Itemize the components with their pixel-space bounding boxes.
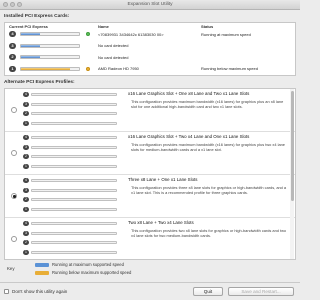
profile-lane-bar bbox=[31, 121, 117, 125]
lane-bar bbox=[20, 32, 80, 36]
card-name: AMD Radeon HD 7950 bbox=[98, 66, 139, 71]
header-name: Name bbox=[98, 24, 109, 29]
profile-title: x16 Lane Graphics Slot + Two x4 Lane and… bbox=[128, 134, 250, 139]
profile-option[interactable]: 4 3 2 1 x16 Lane Graphics Slot + One x8 Lane… bbox=[5, 89, 295, 132]
profile-radio[interactable] bbox=[11, 193, 17, 199]
header-current: Current PCI Express bbox=[9, 24, 48, 29]
profile-option[interactable]: 4 3 2 1 x16 Lane Graphics Slot + Two x4 Lane… bbox=[5, 132, 295, 175]
slot-number-badge: 3 bbox=[9, 42, 16, 49]
profile-title: Three x8 Lane + One x1 Lane Slots bbox=[128, 177, 198, 182]
installed-row: 3 No card detected bbox=[5, 42, 295, 52]
profiles-label: Alternate PCI Express Profiles: bbox=[4, 80, 75, 85]
profile-radio[interactable] bbox=[11, 107, 17, 113]
profile-slot-badge: 1 bbox=[23, 163, 29, 169]
key-text-max: Running at maximum supported speed bbox=[52, 262, 124, 267]
profile-lane-bar bbox=[31, 250, 117, 254]
installed-row: 2 No card detected bbox=[5, 53, 295, 63]
key-swatch-orange bbox=[35, 270, 49, 275]
profile-slot-badge: 1 bbox=[23, 206, 29, 212]
key-row-max: Running at maximum supported speed bbox=[35, 262, 124, 267]
profile-slot-badge: 1 bbox=[23, 249, 29, 255]
key-text-below: Running below maximum supported speed bbox=[52, 270, 132, 275]
installed-cards-label: Installed PCI Express Cards: bbox=[4, 14, 70, 19]
profile-lane-bar bbox=[31, 112, 117, 115]
lane-bar-fill bbox=[21, 33, 41, 35]
lane-bar bbox=[20, 66, 80, 71]
profile-slot-badge: 4 bbox=[23, 135, 29, 140]
profile-slot-badge: 3 bbox=[23, 144, 29, 150]
profile-lane-bar bbox=[31, 145, 117, 149]
lane-bar-fill bbox=[21, 56, 41, 58]
profile-slot-badge: 3 bbox=[23, 230, 29, 236]
profile-slot-badge: 2 bbox=[23, 154, 29, 159]
profile-lane-bar bbox=[31, 164, 117, 168]
profile-lane-bar bbox=[31, 188, 117, 192]
profile-lane-bar bbox=[31, 93, 117, 96]
slot-number-badge: 1 bbox=[9, 65, 16, 72]
quit-button[interactable]: Quit bbox=[193, 287, 223, 296]
profile-radio[interactable] bbox=[11, 236, 17, 242]
dont-show-label[interactable]: Don't show this utility again bbox=[12, 289, 67, 294]
footer: Don't show this utility again Quit Save … bbox=[0, 282, 300, 300]
lane-bar-fill bbox=[21, 44, 41, 47]
profile-lane-bar bbox=[31, 155, 117, 158]
lane-bar-fill bbox=[21, 67, 71, 70]
card-status: Running at maximum speed bbox=[201, 31, 251, 37]
key-row-below: Running below maximum supported speed bbox=[35, 270, 131, 275]
status-indicator-icon bbox=[86, 32, 90, 36]
profile-description: This configuration provides maximum band… bbox=[131, 142, 285, 152]
profile-lane-bar bbox=[31, 102, 117, 106]
profile-lane-bar bbox=[31, 207, 117, 211]
title-bar: Expansion Slot Utility bbox=[0, 0, 300, 10]
profile-slot-badge: 4 bbox=[23, 221, 29, 226]
profile-slot-badge: 2 bbox=[23, 240, 29, 245]
profile-option[interactable]: 4 3 2 1 Three x8 Lane + One x1 Lane Slots Thi… bbox=[5, 175, 295, 218]
slot-number-badge: 2 bbox=[9, 54, 16, 60]
profile-slot-badge: 2 bbox=[23, 111, 29, 116]
profile-lane-bar bbox=[31, 136, 117, 139]
profile-title: Two x8 Lane + Two x4 Lane Slots bbox=[128, 220, 194, 225]
lane-bar bbox=[20, 55, 80, 59]
profile-slot-badge: 4 bbox=[23, 178, 29, 183]
lane-bar bbox=[20, 43, 80, 48]
card-status: Running below maximum speed bbox=[201, 66, 258, 71]
profile-description: This configuration provides two x8 lane … bbox=[131, 228, 287, 238]
card-name: No card detected bbox=[98, 54, 129, 60]
save-and-restart-button[interactable]: Save and Restart... bbox=[228, 287, 294, 296]
dont-show-checkbox[interactable] bbox=[4, 289, 9, 294]
profile-slot-badge: 4 bbox=[23, 92, 29, 97]
installed-row: 1 AMD Radeon HD 7950 Running below maximum… bbox=[5, 65, 295, 75]
profile-lane-bar bbox=[31, 231, 117, 235]
profile-title: x16 Lane Graphics Slot + One x8 Lane and… bbox=[128, 91, 250, 96]
profile-lane-bar bbox=[31, 179, 117, 182]
profile-slot-badge: 2 bbox=[23, 197, 29, 202]
installed-row: 4 <70839931 3434642c 61383030 00> Running … bbox=[5, 30, 295, 40]
profiles-scrollbar[interactable] bbox=[290, 89, 294, 259]
key-swatch-blue bbox=[35, 262, 49, 267]
installed-cards-panel: Current PCI Express Name Status 4 <708399… bbox=[4, 22, 296, 76]
profile-slot-badge: 1 bbox=[23, 120, 29, 126]
card-name: No card detected bbox=[98, 43, 129, 48]
profiles-panel[interactable]: 4 3 2 1 x16 Lane Graphics Slot + One x8 Lane… bbox=[4, 88, 296, 260]
header-status: Status bbox=[201, 24, 214, 29]
profile-lane-bar bbox=[31, 222, 117, 225]
profile-option[interactable]: 4 3 2 1 Two x8 Lane + Two x4 Lane Slots This … bbox=[5, 218, 295, 259]
key-label: Key bbox=[7, 266, 15, 271]
profile-description: This configuration provides maximum band… bbox=[131, 99, 284, 109]
status-indicator-icon bbox=[86, 66, 90, 71]
profile-description: This configuration provides three x8 lan… bbox=[131, 185, 287, 195]
profile-slot-badge: 3 bbox=[23, 187, 29, 193]
profile-lane-bar bbox=[31, 198, 117, 201]
profiles-scroll-thumb[interactable] bbox=[290, 91, 294, 201]
slot-number-badge: 4 bbox=[9, 31, 16, 37]
profile-lane-bar bbox=[31, 241, 117, 244]
card-name: <70839931 3434642c 61383030 00> bbox=[98, 31, 164, 37]
profile-radio[interactable] bbox=[11, 150, 17, 156]
window-title: Expansion Slot Utility bbox=[127, 2, 173, 7]
profile-slot-badge: 3 bbox=[23, 101, 29, 107]
